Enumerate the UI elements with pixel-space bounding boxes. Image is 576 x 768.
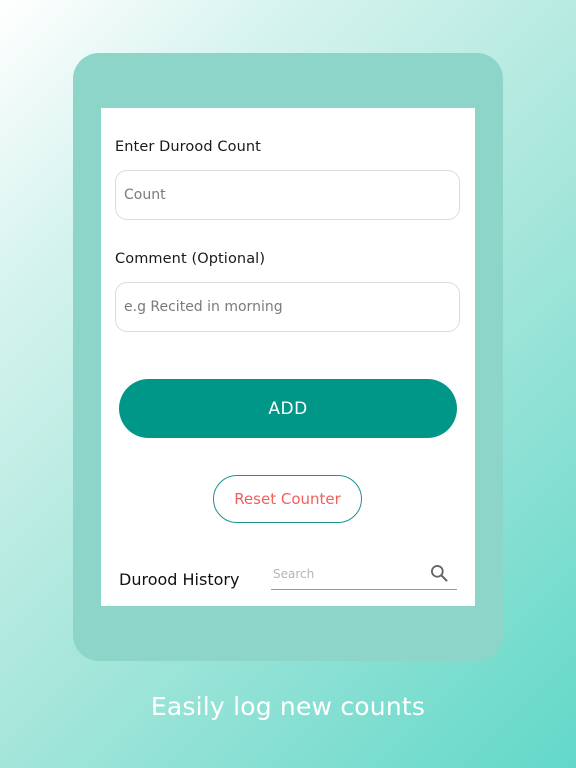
count-label: Enter Durood Count — [115, 139, 261, 155]
add-button[interactable]: ADD — [119, 379, 457, 438]
comment-input[interactable] — [115, 282, 460, 332]
search-icon[interactable] — [429, 563, 449, 583]
device-frame: Enter Durood Count Comment (Optional) AD… — [73, 53, 503, 661]
history-title: Durood History — [119, 570, 240, 589]
promo-caption: Easily log new counts — [150, 692, 426, 721]
comment-label: Comment (Optional) — [115, 251, 266, 267]
reset-counter-button[interactable]: Reset Counter — [213, 475, 362, 523]
count-input[interactable] — [115, 170, 460, 220]
app-screen: Enter Durood Count Comment (Optional) AD… — [101, 108, 475, 606]
search-input[interactable] — [273, 563, 423, 585]
history-search — [271, 559, 457, 590]
